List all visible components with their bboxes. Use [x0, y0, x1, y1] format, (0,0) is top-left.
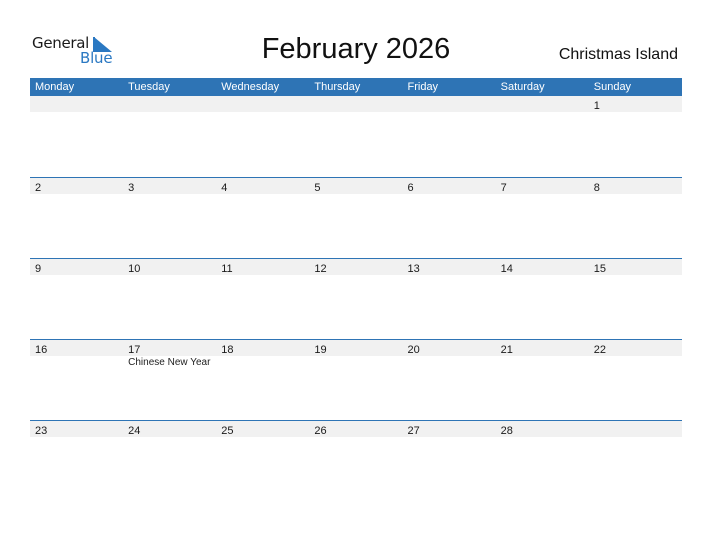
week-row: 16 17 18 19 20 21 22 Chinese New Year — [30, 339, 682, 370]
day-cell — [403, 96, 496, 112]
day-number: 15 — [593, 263, 606, 275]
weekday-header: Tuesday — [128, 81, 170, 93]
day-number: 5 — [314, 182, 321, 194]
day-cell: 12 — [309, 259, 402, 275]
day-number: 22 — [593, 344, 606, 356]
holiday-label — [589, 356, 682, 370]
day-cell — [123, 96, 216, 112]
day-cell — [30, 96, 123, 112]
day-cell: 18 — [216, 340, 309, 356]
day-cell: 13 — [403, 259, 496, 275]
day-cell — [309, 96, 402, 112]
day-cell: 7 — [496, 178, 589, 194]
date-strip: 2 3 4 5 6 7 8 — [30, 177, 682, 194]
week-row: 23 24 25 26 27 28 — [30, 420, 682, 437]
day-cell: 26 — [309, 421, 402, 437]
date-strip: 9 10 11 12 13 14 15 — [30, 258, 682, 275]
weekday-header: Thursday — [314, 81, 361, 93]
day-number: 9 — [35, 263, 42, 275]
day-cell: 20 — [403, 340, 496, 356]
day-number: 25 — [221, 425, 234, 437]
date-strip: 23 24 25 26 27 28 — [30, 420, 682, 437]
day-cell: 16 — [30, 340, 123, 356]
day-cell: 11 — [216, 259, 309, 275]
day-cell: 17 — [123, 340, 216, 356]
week-row: 2 3 4 5 6 7 8 — [30, 177, 682, 194]
day-number: 12 — [314, 263, 327, 275]
day-number: 20 — [407, 344, 420, 356]
day-number: 11 — [221, 263, 233, 275]
events-row: Chinese New Year — [30, 356, 682, 370]
day-number: 8 — [593, 182, 600, 194]
day-cell: 19 — [309, 340, 402, 356]
weekday-header: Saturday — [500, 81, 545, 93]
day-cell — [589, 421, 682, 437]
holiday-label — [30, 356, 123, 370]
day-number: 19 — [314, 344, 327, 356]
day-number: 14 — [500, 263, 513, 275]
holiday-label — [496, 356, 589, 370]
day-number: 28 — [500, 425, 513, 437]
day-number: 21 — [500, 344, 513, 356]
day-cell: 6 — [403, 178, 496, 194]
day-number: 24 — [128, 425, 141, 437]
day-cell: 9 — [30, 259, 123, 275]
day-cell — [216, 96, 309, 112]
day-cell: 28 — [496, 421, 589, 437]
day-cell: 5 — [309, 178, 402, 194]
date-strip: 16 17 18 19 20 21 22 — [30, 339, 682, 356]
day-number: 27 — [407, 425, 420, 437]
day-number: 17 — [128, 344, 141, 356]
day-number: 6 — [407, 182, 414, 194]
date-strip: 1 — [30, 96, 682, 112]
day-cell: 1 — [589, 96, 682, 112]
day-number: 16 — [35, 344, 48, 356]
holiday-label — [403, 356, 496, 370]
day-cell: 21 — [496, 340, 589, 356]
day-number: 23 — [35, 425, 48, 437]
day-cell: 14 — [496, 259, 589, 275]
day-number: 3 — [128, 182, 135, 194]
day-number: 1 — [593, 100, 600, 112]
week-row: 9 10 11 12 13 14 15 — [30, 258, 682, 275]
day-number: 2 — [35, 182, 42, 194]
weekday-header: Friday — [407, 81, 439, 93]
day-cell: 4 — [216, 178, 309, 194]
region-label: Christmas Island — [558, 46, 678, 63]
day-number: 18 — [221, 344, 234, 356]
day-cell: 24 — [123, 421, 216, 437]
day-cell: 2 — [30, 178, 123, 194]
weekday-header-row: Monday Tuesday Wednesday Thursday Friday… — [30, 78, 682, 96]
week-row: 1 — [30, 96, 682, 112]
day-cell: 25 — [216, 421, 309, 437]
weekday-header: Monday — [35, 81, 75, 93]
weekday-header: Wednesday — [221, 81, 280, 93]
day-number: 7 — [500, 182, 507, 194]
day-number: 26 — [314, 425, 327, 437]
day-number: 13 — [407, 263, 420, 275]
day-number: 10 — [128, 263, 141, 275]
day-number: 4 — [221, 182, 228, 194]
calendar-grid: Monday Tuesday Wednesday Thursday Friday… — [30, 78, 682, 437]
day-cell: 3 — [123, 178, 216, 194]
day-cell: 15 — [589, 259, 682, 275]
day-cell: 27 — [403, 421, 496, 437]
holiday-label — [309, 356, 402, 370]
holiday-label: Chinese New Year — [128, 357, 211, 368]
holiday-label — [216, 356, 309, 370]
day-cell — [496, 96, 589, 112]
day-cell: 10 — [123, 259, 216, 275]
day-cell: 23 — [30, 421, 123, 437]
day-cell: 22 — [589, 340, 682, 356]
weekday-header: Sunday — [593, 81, 632, 93]
day-cell: 8 — [589, 178, 682, 194]
